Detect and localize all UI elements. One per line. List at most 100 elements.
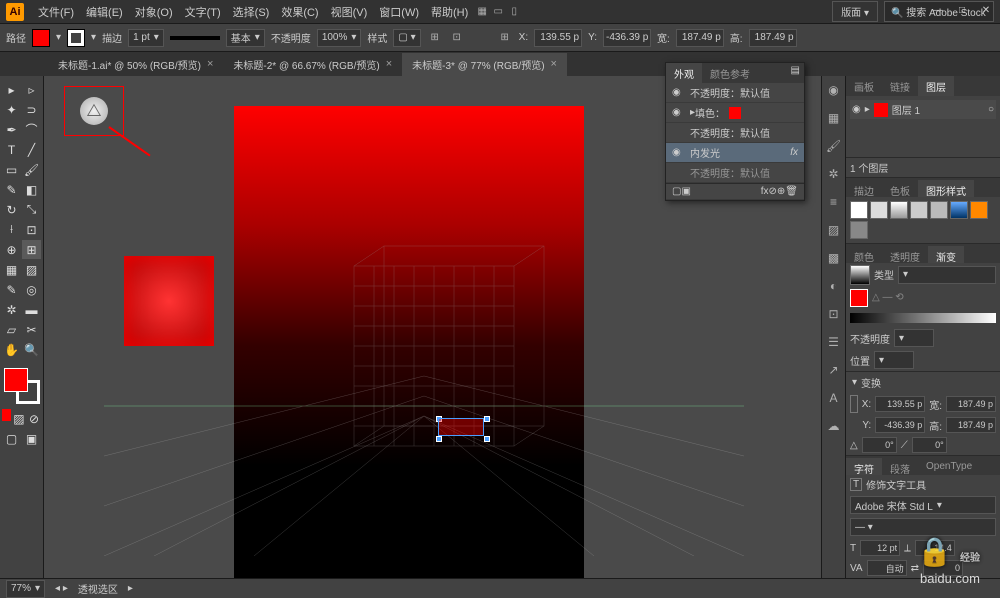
swatches-tab[interactable]: 色板 [882, 180, 918, 197]
anchor-point[interactable] [484, 416, 490, 422]
transform-y-input[interactable] [875, 417, 925, 433]
menu-file[interactable]: 文件(F) [32, 4, 80, 20]
stroke-weight-input[interactable]: 1 pt ▾ [128, 29, 164, 47]
artboards-tab[interactable]: 画板 [846, 76, 882, 96]
free-transform-tool[interactable]: ⊡ [22, 220, 41, 239]
stop-opacity-input[interactable]: ▾ [894, 329, 934, 347]
zoom-select[interactable]: 77% ▾ [6, 580, 45, 598]
document-tab[interactable]: 未标题-3* @ 77% (RGB/预览)× [402, 53, 567, 76]
character-panel-icon[interactable]: A [824, 388, 844, 408]
layers-panel-icon[interactable]: ☰ [824, 332, 844, 352]
clear-icon[interactable]: ⊘ [769, 186, 777, 197]
transparency-tab[interactable]: 透明度 [882, 246, 928, 263]
swatches-panel-icon[interactable]: ▦ [824, 108, 844, 128]
style-swatch[interactable] [870, 201, 888, 219]
y-input[interactable] [603, 29, 651, 47]
font-family-select[interactable]: Adobe 宋体 Std L ▾ [850, 496, 996, 514]
brushes-panel-icon[interactable]: 🖌 [824, 136, 844, 156]
arrange2-icon[interactable]: ▯ [506, 4, 522, 20]
stroke-tab[interactable]: 描边 [846, 180, 882, 197]
w-input[interactable] [676, 29, 724, 47]
menu-view[interactable]: 视图(V) [325, 4, 374, 20]
opacity-input[interactable]: 100% ▾ [317, 29, 362, 47]
style-swatch[interactable] [950, 201, 968, 219]
reference-point-icon[interactable] [850, 395, 858, 413]
appearance-panel-icon[interactable]: ◐ [824, 276, 844, 296]
align-icon[interactable]: ⊞ [427, 30, 443, 46]
bridge-icon[interactable]: ▦ [474, 4, 490, 20]
magic-wand-tool[interactable]: ✦ [2, 100, 21, 119]
links-tab[interactable]: 链接 [882, 76, 918, 96]
asset-export-icon[interactable]: ↗ [824, 360, 844, 380]
color-guide-tab[interactable]: 颜色参考 [702, 63, 758, 83]
direct-selection-tool[interactable]: ▹ [22, 80, 41, 99]
transform-icon[interactable]: ⊡ [449, 30, 465, 46]
menu-select[interactable]: 选择(S) [227, 4, 276, 20]
symbol-sprayer-tool[interactable]: ✲ [2, 300, 21, 319]
screen-mode-icon[interactable]: ▣ [22, 429, 41, 448]
menu-help[interactable]: 帮助(H) [425, 4, 474, 20]
transform-h-input[interactable] [946, 417, 996, 433]
transform-panel-title[interactable]: ▾ 变换 [846, 371, 1000, 393]
document-tab[interactable]: 未标题-1.ai* @ 50% (RGB/预览)× [48, 53, 223, 76]
style-swatch[interactable] [910, 201, 928, 219]
paragraph-tab[interactable]: 段落 [882, 458, 918, 475]
appearance-row[interactable]: 不透明度：默认值 [666, 123, 804, 143]
gradient-type-select[interactable]: ▾ [898, 266, 996, 284]
rotate-input[interactable] [862, 437, 897, 453]
gradient-fill-icon[interactable] [850, 289, 868, 307]
perspective-grid-tool[interactable]: ⊞ [22, 240, 41, 259]
transform-x-input[interactable] [875, 396, 925, 412]
gradient-panel-icon[interactable]: ▨ [824, 220, 844, 240]
rotate-tool[interactable]: ↻ [2, 200, 21, 219]
menu-object[interactable]: 对象(O) [129, 4, 179, 20]
close-icon[interactable]: × [551, 58, 557, 70]
line-tool[interactable]: ╱ [22, 140, 41, 159]
transform-w-input[interactable] [946, 396, 996, 412]
layer-row[interactable]: ◉ ▸ 图层 1 ○ [850, 100, 996, 119]
zoom-tool[interactable]: 🔍 [22, 340, 41, 359]
draw-mode-icon[interactable]: ▢ [2, 429, 21, 448]
x-input[interactable] [534, 29, 582, 47]
appearance-row[interactable]: ◉▸ 填色： [666, 103, 804, 123]
gradient-tool[interactable]: ▨ [22, 260, 41, 279]
color-tab[interactable]: 颜色 [846, 246, 882, 263]
fill-swatch[interactable] [32, 29, 50, 47]
scale-tool[interactable]: ⤡ [22, 200, 41, 219]
transparency-panel-icon[interactable]: ▩ [824, 248, 844, 268]
fill-color[interactable] [4, 368, 28, 392]
appearance-row-selected[interactable]: ◉内发光fx [666, 143, 804, 163]
opentype-tab[interactable]: OpenType [918, 458, 980, 475]
fill-swatch-icon[interactable] [729, 107, 741, 119]
appearance-row[interactable]: ◉不透明度：默认值 [666, 83, 804, 103]
layer-name[interactable]: 图层 1 [892, 102, 920, 117]
style-swatch[interactable] [930, 201, 948, 219]
visibility-icon[interactable]: ◉ [852, 104, 861, 115]
stop-position-input[interactable]: ▾ [874, 351, 914, 369]
appearance-row[interactable]: 不透明度：默认值 [666, 163, 804, 183]
close-button[interactable]: ✕ [976, 2, 996, 18]
style-swatch[interactable] [890, 201, 908, 219]
arrange-icon[interactable]: ▭ [490, 4, 506, 20]
menu-edit[interactable]: 编辑(E) [80, 4, 129, 20]
close-icon[interactable]: × [386, 58, 392, 70]
eraser-tool[interactable]: ◧ [22, 180, 41, 199]
color-mode-icon[interactable] [2, 409, 11, 421]
panel-menu-icon[interactable]: ▤ [787, 63, 804, 83]
new-fill-icon[interactable]: ▢ [672, 186, 681, 197]
hand-tool[interactable]: ✋ [2, 340, 21, 359]
menu-effect[interactable]: 效果(C) [275, 4, 324, 20]
style-swatch[interactable] [850, 201, 868, 219]
document-tab[interactable]: 未标题-2* @ 66.67% (RGB/预览)× [223, 53, 402, 76]
fill-stroke-control[interactable] [4, 368, 40, 404]
fx-icon[interactable]: fx [790, 147, 798, 158]
stroke-panel-icon[interactable]: ≡ [824, 192, 844, 212]
stroke-swatch[interactable] [67, 29, 85, 47]
anchor-point[interactable] [436, 436, 442, 442]
symbols-panel-icon[interactable]: ✲ [824, 164, 844, 184]
graphic-styles-tab[interactable]: 图形样式 [918, 180, 974, 197]
gradient-tab[interactable]: 渐变 [928, 246, 964, 263]
color-panel-icon[interactable]: ◉ [824, 80, 844, 100]
menu-type[interactable]: 文字(T) [179, 4, 227, 20]
gradient-preview[interactable] [850, 265, 870, 285]
